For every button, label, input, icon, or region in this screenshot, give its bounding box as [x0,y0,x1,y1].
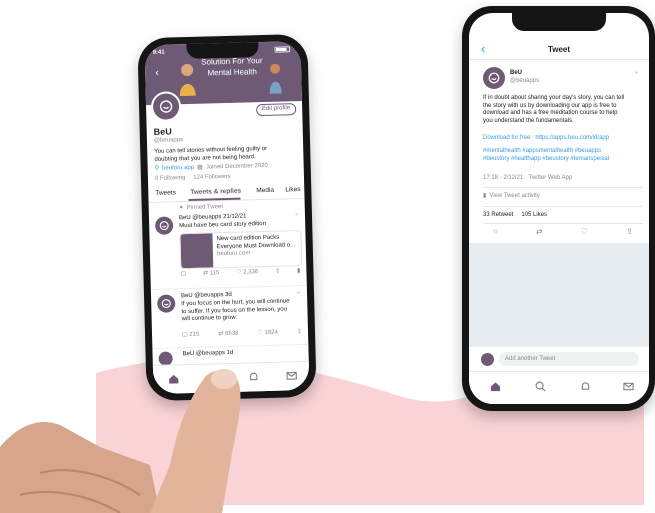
tab-likes[interactable]: Likes [285,186,300,193]
tab-media[interactable]: Media [256,187,274,194]
reply-icon[interactable]: ▢ [180,271,186,279]
back-arrow-icon[interactable]: ‹ [151,67,163,79]
retweet-icon[interactable]: ⇄ [203,271,208,277]
beu-logo-icon [161,299,171,309]
banner-title-line2: Mental Health [207,66,257,78]
tweet-actions: ▢ ⇄ 115 ♡ 2,336 ⇪ ▮ [180,268,300,279]
joined-date: Joined December 2020 [205,162,268,171]
tab-tweets-and-replies[interactable]: Tweets & replies [190,188,241,196]
retweet-count: 115 [209,270,220,277]
edit-profile-button[interactable]: Edit profile [255,103,297,116]
chevron-down-icon[interactable]: ⌄ [296,289,301,297]
bottom-tab-bar [469,371,649,404]
page-title: Tweet [547,45,571,54]
reply-icon[interactable]: ○ [493,227,498,236]
tweet-text: you understand the fundamentals. [483,117,574,124]
share-icon[interactable]: ⇪ [626,227,633,236]
profile-website-link[interactable]: beuforu.app [162,165,194,173]
view-tweet-activity-link[interactable]: View Tweet activity [489,193,539,201]
following-count[interactable]: 0 Following [155,175,186,183]
tweet-text: download and has a free meditation cours… [483,110,618,116]
hashtags: #mentalhealth #appsmentalhealth #beuapps… [483,148,643,163]
tweet-actions: ▢ 215 ⇄ 6538 ♡ 1824 ⇪ [182,329,302,340]
share-icon[interactable]: ⇪ [297,329,302,337]
hashtag-line[interactable]: #beustory #healthapp #beustory #temanspe… [483,156,643,164]
tweet-text: the story with us by downloading our app… [483,102,617,109]
reply-icon[interactable]: ▢ [182,332,188,338]
tweet-detail-screen: ‹ Tweet BeU @beuapps ⌄ If in doubt about… [469,13,649,404]
hashtag-line[interactable]: #mentalhealth #appsmentalhealth #beuapps [483,148,643,156]
hand-illustration [0,369,241,513]
heart-icon[interactable]: ♡ [257,330,263,336]
beu-logo-icon [159,221,169,231]
bell-icon[interactable] [579,380,591,392]
empty-replies-area [469,243,649,347]
heart-icon[interactable]: ♡ [236,270,242,276]
share-icon[interactable]: ⇪ [275,269,280,277]
retweet-icon[interactable]: ⇄ [536,227,543,236]
status-time: 9:41 [152,49,165,56]
mail-icon[interactable] [622,380,634,392]
profile-name: BeU [153,126,172,137]
avatar [154,216,174,235]
reply-bar: Add another Tweet [469,347,649,371]
profile-handle: @beuapps [153,137,184,144]
divider [469,59,649,60]
retweet-icon[interactable]: ⇄ [218,331,223,337]
profile-screen: 9:41 ‹ Solution For Your Mental Health E… [144,41,310,394]
illustration-figure-icon [267,61,284,94]
divider [483,187,643,188]
beu-logo-icon [159,100,173,113]
analytics-icon: ▮ [483,193,487,199]
search-icon[interactable] [534,380,546,392]
tweet-text: Must have beu card story edition [179,220,266,230]
retweet-count: 6538 [225,330,239,338]
avatar[interactable] [483,67,505,89]
card-thumbnail [180,233,214,269]
like-count: 2,336 [243,269,259,276]
download-link[interactable]: Download for free : https://apps.beu.com… [483,135,643,143]
calendar-icon: ▦ [197,164,203,171]
avatar[interactable] [152,93,180,120]
left-phone: 9:41 ‹ Solution For Your Mental Health E… [137,33,317,402]
mail-icon[interactable] [285,369,297,381]
heart-icon[interactable]: ♡ [581,227,588,236]
author-handle: @beuapps [510,78,540,84]
reply-input[interactable]: Add another Tweet [499,352,639,366]
tweet-item[interactable]: BeU @beuapps 3d ⌄ If you focus on the hu… [151,287,308,349]
tweet-body: If in doubt about sharing your day's sto… [483,95,643,125]
reply-count: 215 [189,331,200,339]
divider [483,206,643,207]
followers-count[interactable]: 124 Followers [193,174,231,182]
author-name: BeU [510,70,523,76]
tab-tweets[interactable]: Tweets [155,189,176,197]
divider [483,223,643,224]
avatar [157,294,176,313]
card-domain: beuforu.com [216,250,251,258]
like-count: 1824 [264,329,279,337]
tweet-meta: 17:18 · 2/12/21 · Twitter Web App [483,175,573,181]
link-card[interactable]: New card edition Packs Everyone Must Dow… [179,230,303,270]
retweet-count[interactable]: 33 Retweet [483,212,513,220]
like-count[interactable]: 105 Likes [521,212,547,220]
chevron-down-icon[interactable]: ⌄ [634,69,639,77]
phone-notch [186,42,259,59]
phone-notch [512,13,606,31]
active-tab-indicator [188,197,241,202]
profile-tabs: Tweets Tweets & replies Media Likes [148,182,305,204]
tweet-text: If in doubt about sharing your day's sto… [483,95,625,101]
beu-logo-icon [488,72,500,84]
avatar [481,353,494,366]
link-icon: ⚲ [154,165,160,172]
home-icon[interactable] [489,380,501,392]
profile-avatar-ring [150,91,182,122]
analytics-icon[interactable]: ▮ [297,268,301,276]
chevron-down-icon[interactable]: ⌄ [294,211,299,219]
right-phone: ‹ Tweet BeU @beuapps ⌄ If in doubt about… [462,6,655,411]
battery-icon [274,46,293,53]
tweet-actions: ○ ⇄ ♡ ⇪ [493,227,633,236]
